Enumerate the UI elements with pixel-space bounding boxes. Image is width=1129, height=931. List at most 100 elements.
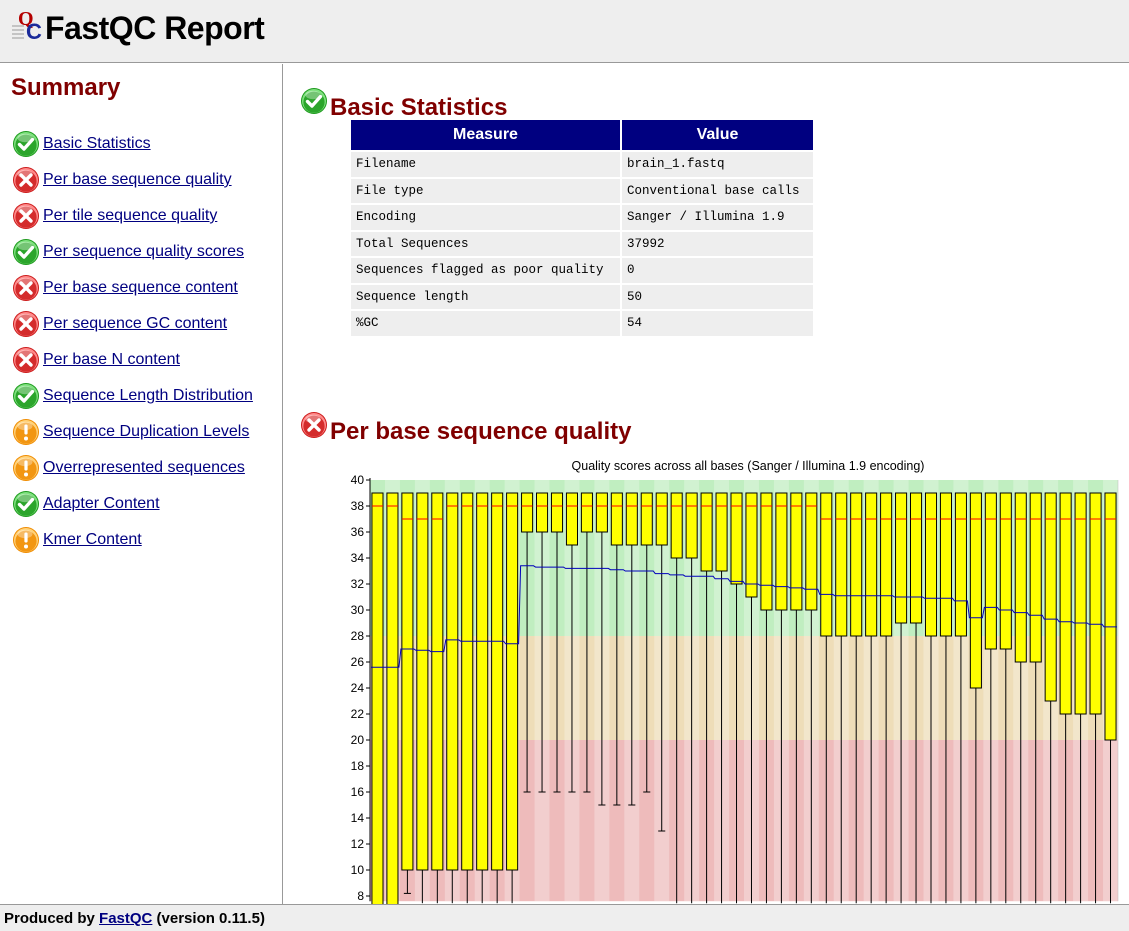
y-axis-tick-label: 10 [351, 863, 365, 877]
measure-cell: Encoding [351, 205, 620, 230]
fail-icon [12, 310, 40, 338]
pass-icon [12, 382, 40, 410]
quality-box [1104, 492, 1117, 741]
table-row: %GC 54 [351, 311, 813, 336]
quality-box [476, 492, 489, 871]
y-axis-tick-label: 38 [351, 499, 365, 513]
value-cell: 0 [622, 258, 813, 283]
quality-box [715, 492, 728, 572]
summary-list: Basic Statistics Per base sequence qualit… [12, 126, 253, 558]
quality-box [386, 492, 399, 904]
quality-box [610, 492, 623, 546]
footer-suffix: (version 0.11.5) [152, 910, 265, 927]
table-row: Sequences flagged as poor quality 0 [351, 258, 813, 283]
summary-item: Sequence Length Distribution [12, 378, 253, 414]
quality-box [939, 492, 952, 637]
fastqc-link[interactable]: FastQC [99, 910, 152, 927]
fastqc-logo-icon: Q C [12, 8, 42, 44]
quality-box [446, 492, 459, 871]
table-row: Filename brain_1.fastq [351, 152, 813, 177]
measure-cell: Sequence length [351, 284, 620, 309]
summary-item: Adapter Content [12, 486, 253, 522]
summary-link[interactable]: Sequence Length Distribution [43, 387, 253, 405]
quality-box [685, 492, 698, 559]
y-axis-tick-label: 18 [351, 759, 365, 773]
quality-box [1029, 492, 1042, 663]
summary-sidebar: Summary Basic Statistics Per base sequenc… [0, 64, 283, 904]
quality-box [655, 492, 668, 546]
summary-link[interactable]: Per base sequence quality [43, 171, 232, 189]
quality-box [805, 492, 818, 611]
summary-link[interactable]: Per base sequence content [43, 279, 238, 297]
y-axis-tick-label: 26 [351, 655, 365, 669]
footer-prefix: Produced by [4, 910, 100, 927]
summary-link[interactable]: Sequence Duplication Levels [43, 423, 249, 441]
summary-link[interactable]: Per tile sequence quality [43, 207, 217, 225]
summary-link[interactable]: Per sequence quality scores [43, 243, 244, 261]
value-cell: 54 [622, 311, 813, 336]
quality-box [625, 492, 638, 546]
quality-box [865, 492, 878, 637]
quality-box [760, 492, 773, 611]
y-axis-tick-label: 40 [351, 473, 365, 487]
basic-statistics-table: Measure Value Filename brain_1.fastq File … [349, 118, 815, 338]
summary-link[interactable]: Basic Statistics [43, 135, 151, 153]
summary-link[interactable]: Overrepresented sequences [43, 459, 245, 477]
y-axis-tick-label: 16 [351, 785, 365, 799]
summary-link[interactable]: Per base N content [43, 351, 180, 369]
pass-icon [300, 87, 328, 115]
quality-box [924, 492, 938, 637]
measure-cell: Sequences flagged as poor quality [351, 258, 620, 283]
table-row: Encoding Sanger / Illumina 1.9 [351, 205, 813, 230]
pass-icon [12, 238, 40, 266]
table-row: Sequence length 50 [351, 284, 813, 309]
quality-box [461, 492, 474, 871]
measure-cell: File type [351, 178, 620, 203]
quality-box [790, 492, 803, 611]
y-axis-tick-label: 32 [351, 577, 365, 591]
quality-box [910, 492, 923, 624]
quality-box [775, 492, 788, 611]
report-main: Basic Statistics Measure Value Filename b… [284, 64, 1129, 904]
quality-box [835, 492, 848, 637]
fail-icon [12, 166, 40, 194]
quality-box [745, 492, 758, 598]
quality-box [401, 492, 414, 871]
quality-box [580, 492, 593, 533]
value-cell: Conventional base calls [622, 178, 813, 203]
quality-box [670, 492, 683, 559]
quality-box [521, 492, 534, 533]
quality-box [1014, 492, 1027, 663]
summary-link[interactable]: Adapter Content [43, 495, 160, 513]
quality-box [850, 492, 863, 637]
summary-title: Summary [11, 74, 121, 101]
summary-item: Per tile sequence quality [12, 198, 253, 234]
quality-box [371, 492, 384, 904]
y-axis-tick-label: 8 [357, 889, 364, 903]
quality-box [565, 492, 578, 546]
warn-icon [12, 526, 40, 554]
quality-box [1044, 492, 1057, 702]
value-cell: brain_1.fastq [622, 152, 813, 177]
y-axis-tick-label: 14 [351, 811, 365, 825]
y-axis-tick-label: 22 [351, 707, 365, 721]
column-header-measure: Measure [351, 120, 620, 150]
warn-icon [12, 454, 40, 482]
summary-item: Per sequence GC content [12, 306, 253, 342]
measure-cell: %GC [351, 311, 620, 336]
y-axis-tick-label: 20 [351, 733, 365, 747]
summary-item: Kmer Content [12, 522, 253, 558]
summary-link[interactable]: Kmer Content [43, 531, 142, 549]
y-axis-tick-label: 12 [351, 837, 365, 851]
quality-box [416, 492, 429, 871]
summary-item: Per base sequence content [12, 270, 253, 306]
summary-item: Overrepresented sequences [12, 450, 253, 486]
pass-icon [12, 130, 40, 158]
summary-link[interactable]: Per sequence GC content [43, 315, 227, 333]
y-axis-tick-label: 30 [351, 603, 365, 617]
summary-item: Per sequence quality scores [12, 234, 253, 270]
column-header-value: Value [622, 120, 813, 150]
quality-box [640, 492, 653, 546]
quality-boxplot-chart: Quality scores across all bases (Sanger … [351, 459, 1119, 904]
quality-box [895, 492, 908, 624]
